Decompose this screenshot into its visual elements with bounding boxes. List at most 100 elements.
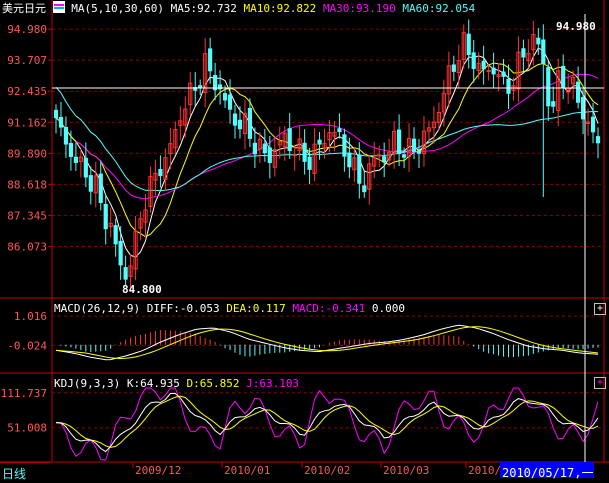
candle-body xyxy=(486,70,491,73)
ma-params: MA(5,10,30,60) xyxy=(71,2,164,15)
cursor-date-box: 2010/05/17,一 xyxy=(500,462,594,480)
candle-body xyxy=(198,85,203,89)
d-value: D:65.852 xyxy=(186,377,240,390)
candle-body xyxy=(357,154,362,184)
ma60-value: MA60:92.054 xyxy=(402,2,476,15)
price-header: 美元日元 MA(5,10,30,60) MA5:92.732 MA10:92.8… xyxy=(2,1,475,15)
kdj-params: KDJ(9,3,3) xyxy=(54,377,121,390)
candle-body xyxy=(317,139,322,145)
macd-header: MACD(26,12,9) DIFF:-0.053 DEA:0.117 MACD… xyxy=(54,302,405,315)
candle-body xyxy=(551,101,556,107)
j-value: J:63.103 xyxy=(246,377,300,390)
candle-body xyxy=(232,113,238,126)
candle-body xyxy=(491,67,496,75)
candle-body xyxy=(401,154,407,158)
price-tick-label: 93.707 xyxy=(7,54,47,67)
candle-body xyxy=(536,37,541,45)
candle-body xyxy=(501,71,506,77)
j-line xyxy=(55,387,599,461)
dea-value: DEA:0.117 xyxy=(226,302,286,315)
price-tick-label: 86.073 xyxy=(7,240,47,253)
candle-body xyxy=(287,128,292,152)
candle-body xyxy=(580,97,586,120)
candle-body xyxy=(83,157,88,178)
price-tick-label: 89.890 xyxy=(7,147,47,160)
candle-body xyxy=(247,107,253,139)
candle-body xyxy=(68,142,74,157)
candle-body xyxy=(590,116,596,133)
high-price-label: 94.980 xyxy=(556,20,596,33)
candle-body xyxy=(307,156,312,170)
period-label: 日线 xyxy=(2,467,27,481)
candle-body xyxy=(397,129,402,155)
candle-body xyxy=(262,143,267,154)
cursor-date: 2010/05/17,一 xyxy=(502,466,594,480)
candle-body xyxy=(103,203,108,230)
ma10-value: MA10:92.822 xyxy=(243,2,317,15)
candle-body xyxy=(416,150,422,154)
ma-toggle-icon[interactable] xyxy=(52,1,65,13)
candle-body xyxy=(541,39,546,65)
d-line xyxy=(55,395,599,448)
macd-zero: 0.000 xyxy=(371,302,406,315)
price-tick-label: 92.435 xyxy=(7,85,47,98)
candle-body xyxy=(88,175,93,192)
low-price-label: 84.800 xyxy=(122,283,162,296)
candle-body xyxy=(347,152,352,168)
ma60-line xyxy=(55,86,599,192)
diff-line xyxy=(55,324,599,361)
candle-body xyxy=(481,60,486,70)
candle-body xyxy=(222,93,228,101)
period-tab[interactable]: 日线 xyxy=(0,462,50,481)
price-tick-label: 94.980 xyxy=(7,23,47,36)
candle-body xyxy=(342,134,347,157)
x-tick-label: 2010/02 xyxy=(304,464,350,477)
x-tick-label: 2010/01 xyxy=(224,464,270,477)
candle-body xyxy=(377,154,382,157)
candle-body xyxy=(252,142,257,155)
candle-body xyxy=(411,138,417,153)
candle-body xyxy=(546,67,551,107)
kdj-header: KDJ(9,3,3) K:64.935 D:65.852 J:63.103 xyxy=(54,377,299,390)
macd-panel xyxy=(55,324,599,361)
macd-value: MACD:-0.341 xyxy=(292,302,366,315)
price-tick-label: 91.162 xyxy=(7,116,47,129)
kdj-tick-label: 51.008 xyxy=(7,422,47,435)
candle-body xyxy=(63,127,69,145)
candle-body xyxy=(98,173,103,204)
candle-body xyxy=(466,33,471,56)
candle-body xyxy=(521,48,526,58)
macd-tick-label: 1.016 xyxy=(14,310,47,323)
candle-body xyxy=(267,147,272,164)
candle-body xyxy=(576,81,581,103)
macd-add-button[interactable]: + xyxy=(594,303,606,315)
candle-body xyxy=(471,52,476,70)
candle-body xyxy=(292,154,297,157)
candle-body xyxy=(302,142,307,162)
candle-body xyxy=(362,185,367,193)
candle-body xyxy=(561,65,566,89)
price-tick-label: 87.345 xyxy=(7,209,47,222)
candle-body xyxy=(123,267,128,280)
x-tick-label: 2009/12 xyxy=(135,464,181,477)
candle-body xyxy=(53,109,59,119)
candle-body xyxy=(506,78,511,94)
ma5-value: MA5:92.732 xyxy=(170,2,237,15)
candle-body xyxy=(118,240,123,266)
candle-body xyxy=(595,136,601,144)
diff-value: DIFF:-0.053 xyxy=(146,302,220,315)
candle-body xyxy=(158,169,163,177)
k-line xyxy=(55,393,599,453)
candle-body xyxy=(337,128,342,133)
price-tick-label: 88.618 xyxy=(7,178,47,191)
macd-tick-label: -0.024 xyxy=(7,339,47,352)
macd-params: MACD(26,12,9) xyxy=(54,302,141,315)
candle-body xyxy=(208,48,213,72)
kdj-add-button[interactable]: + xyxy=(594,377,606,389)
price-chart: 94.980 93.707 92.435 91.162 89.890 88.618 87.3… xyxy=(0,0,609,477)
candle-body xyxy=(73,156,78,163)
ma30-value: MA30:93.190 xyxy=(322,2,396,15)
axes: 94.980 93.707 92.435 91.162 89.890 88.618 87.3… xyxy=(0,0,609,477)
kdj-tick-label: 111.737 xyxy=(1,387,47,400)
symbol-name: 美元日元 xyxy=(2,2,46,15)
